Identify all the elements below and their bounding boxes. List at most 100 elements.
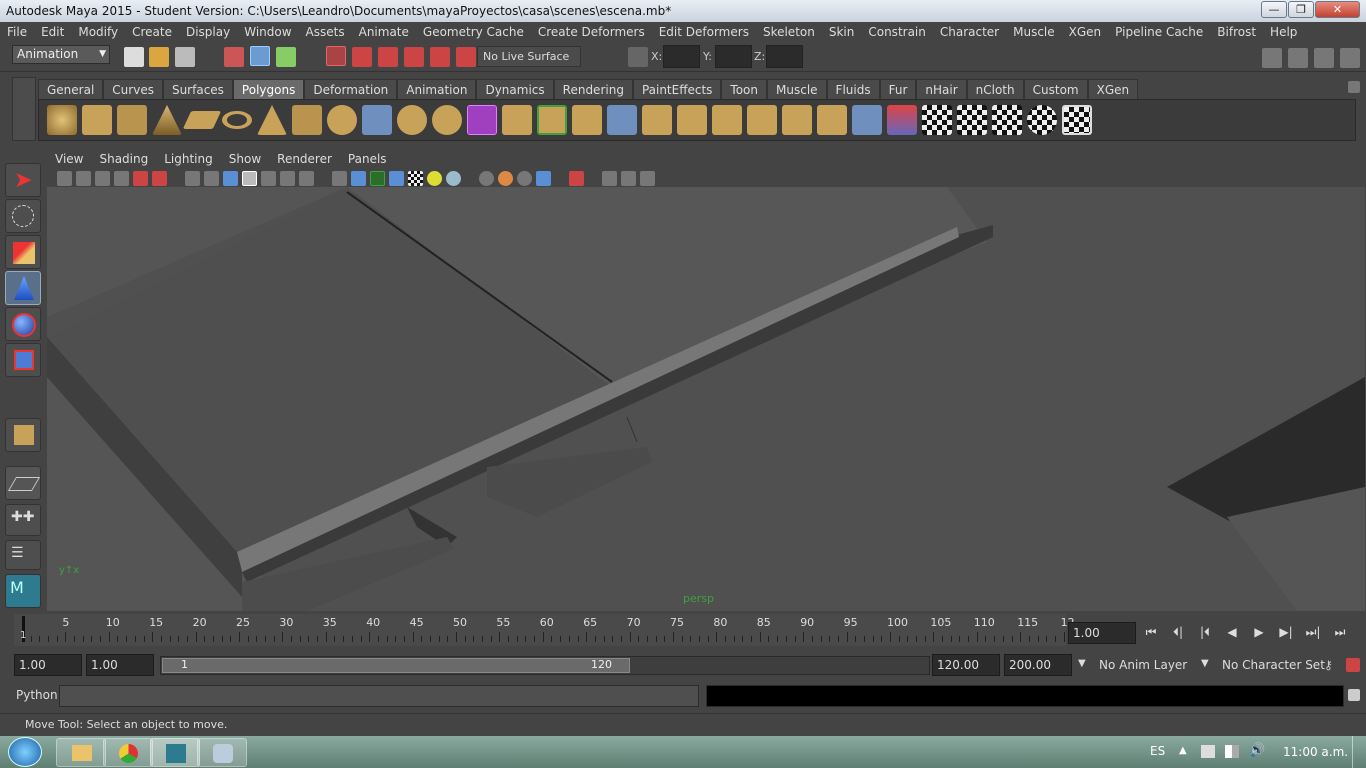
wedge-icon[interactable] [817,105,847,135]
tab-general[interactable]: General [38,79,104,99]
poly-helix-icon[interactable] [327,105,357,135]
panel-menu-view[interactable]: View [47,152,91,166]
menu-muscle[interactable]: Muscle [1006,25,1062,39]
safe-action-icon[interactable] [280,170,295,186]
snap-surface-icon[interactable] [430,47,450,67]
automatic-mapping-icon[interactable] [1027,105,1057,135]
perspective-viewport[interactable]: y↑x persp [47,187,1365,611]
signal-icon[interactable] [1225,745,1239,758]
menu-file[interactable]: File [0,25,34,39]
bridge-icon[interactable] [537,105,567,135]
tab-rendering[interactable]: Rendering [553,79,633,99]
paint-select-tool-button[interactable] [5,235,41,269]
tab-animation[interactable]: Animation [397,79,477,99]
menu-edit[interactable]: Edit [34,25,71,39]
menu-animate[interactable]: Animate [352,25,416,39]
snap-curve-icon[interactable] [352,47,372,67]
menu-edit-deformers[interactable]: Edit Deformers [652,25,756,39]
new-scene-icon[interactable] [124,47,144,67]
start-button-icon[interactable] [8,737,42,767]
y-field[interactable] [715,45,752,68]
step-back-key-button[interactable]: |⏴ [1196,624,1214,640]
taskbar-chrome[interactable] [103,738,153,767]
rotate-tool-button[interactable] [5,307,41,341]
menu-skin[interactable]: Skin [822,25,862,39]
tab-custom[interactable]: Custom [1023,79,1088,99]
gate-mask-icon[interactable] [242,170,257,186]
menu-help[interactable]: Help [1263,25,1304,39]
menu-display[interactable]: Display [179,25,237,39]
panel-menu-panels[interactable]: Panels [340,152,395,166]
menu-create-deformers[interactable]: Create Deformers [531,25,652,39]
anti-aliasing-icon[interactable] [517,170,532,186]
tab-painteffects[interactable]: PaintEffects [632,79,722,99]
anim-layer-dropdown[interactable]: No Anim Layer [1099,658,1187,672]
tool-settings-icon[interactable] [1314,48,1334,68]
cylindrical-mapping-icon[interactable] [957,105,987,135]
smooth-shade-icon[interactable] [351,170,366,186]
lasso-tool-button[interactable] [5,199,41,233]
poly-plane-icon[interactable] [182,111,222,129]
insert-edge-loop-icon[interactable] [642,105,672,135]
channel-box-icon[interactable] [1340,48,1360,68]
tab-xgen[interactable]: XGen [1087,79,1139,99]
minimize-button[interactable]: — [1261,1,1287,18]
wireframe-on-shaded-icon[interactable] [370,170,385,186]
tab-toon[interactable]: Toon [721,79,768,99]
append-polygon-icon[interactable] [572,105,602,135]
boolean-icon[interactable] [467,105,497,135]
menu-pipeline-cache[interactable]: Pipeline Cache [1108,25,1210,39]
script-language-label[interactable]: Python [16,688,58,702]
script-editor-icon[interactable] [1348,689,1360,701]
play-backwards-button[interactable]: ◀ [1223,624,1241,640]
go-to-end-button[interactable]: ⏭ [1331,624,1349,640]
modeling-toolkit-icon[interactable] [1262,48,1282,68]
snap-point-icon[interactable] [378,47,398,67]
animation-prefs-icon[interactable] [1346,658,1360,672]
grid-toggle-icon[interactable] [185,170,200,186]
panel-menu-show[interactable]: Show [221,152,269,166]
layout-four-button[interactable]: ✚✚ [5,504,41,536]
bevel-icon[interactable] [712,105,742,135]
panel-menu-shading[interactable]: Shading [91,152,156,166]
network-icon[interactable] [1201,745,1215,758]
volume-icon[interactable]: 🔊 [1249,743,1265,758]
poly-pyramid-icon[interactable] [257,105,287,135]
end-time-field[interactable]: 200.00 [1004,654,1072,676]
language-indicator[interactable]: ES [1150,744,1165,758]
tab-muscle[interactable]: Muscle [767,79,827,99]
tab-curves[interactable]: Curves [103,79,163,99]
playback-end-field[interactable]: 120.00 [932,654,1000,676]
camera-attributes-icon[interactable] [76,170,91,186]
menu-character[interactable]: Character [933,25,1006,39]
menu-skeleton[interactable]: Skeleton [756,25,822,39]
grease-pencil-icon[interactable] [152,170,167,186]
select-camera-icon[interactable] [57,170,72,186]
input-mode-icon[interactable] [628,47,648,67]
extrude-icon[interactable] [502,105,532,135]
motion-blur-icon[interactable] [498,170,513,186]
taskbar-explorer[interactable] [56,738,106,767]
taskbar-maya[interactable] [150,738,200,767]
collapse-icon[interactable] [782,105,812,135]
show-desktop-button[interactable] [1352,736,1366,768]
x-field[interactable] [663,45,700,68]
separate-icon[interactable] [397,105,427,135]
menu-set-dropdown[interactable]: Animation ▼ [12,45,110,64]
clock[interactable]: 11:00 a.m. [1283,745,1348,759]
panel-menu-renderer[interactable]: Renderer [269,152,340,166]
step-back-frame-button[interactable]: ⏴| [1169,624,1187,640]
tab-polygons[interactable]: Polygons [232,79,305,99]
tab-nhair[interactable]: nHair [916,79,967,99]
select-object-icon[interactable] [250,46,270,66]
key-icon[interactable]: ⚷ [1324,658,1333,672]
textured-icon[interactable] [408,170,423,186]
layout-outliner-button[interactable]: ☰ [5,540,41,570]
shadows-icon[interactable] [446,170,461,186]
command-input[interactable] [59,685,699,707]
sculpt-icon[interactable] [887,105,917,135]
uv-editor-icon[interactable] [1062,105,1092,135]
resolution-gate-icon[interactable] [223,170,238,186]
ambient-occlusion-icon[interactable] [479,170,494,186]
film-gate-icon[interactable] [204,170,219,186]
